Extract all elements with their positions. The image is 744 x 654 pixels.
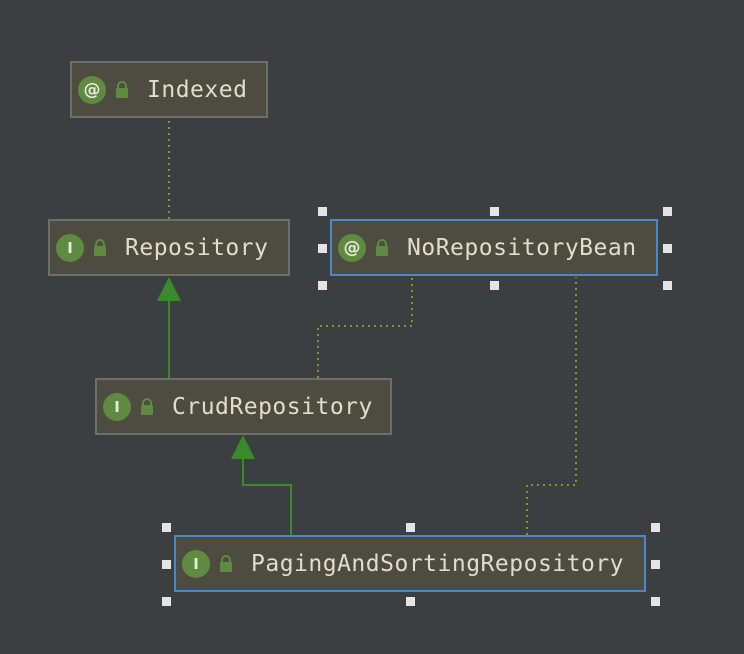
node-indexed[interactable]: @ Indexed <box>70 61 268 118</box>
diagram-canvas[interactable]: @ Indexed I Repository @ NoRepositoryBea… <box>0 0 744 654</box>
node-label: CrudRepository <box>172 393 373 420</box>
unlocked-icon <box>115 80 129 100</box>
node-label: Repository <box>125 234 269 261</box>
resize-handle[interactable] <box>663 207 672 216</box>
resize-handle[interactable] <box>490 281 499 290</box>
unlocked-icon <box>375 238 389 258</box>
resize-handle[interactable] <box>663 281 672 290</box>
interface-icon: I <box>103 392 131 421</box>
annotation-icon: @ <box>338 233 366 262</box>
resize-handle[interactable] <box>162 560 171 569</box>
extends-arrowhead-repository <box>157 277 181 301</box>
resize-handle[interactable] <box>651 560 660 569</box>
edge-pagingandsorting-norepositorybean <box>526 277 577 535</box>
resize-handle[interactable] <box>318 281 327 290</box>
resize-handle[interactable] <box>406 523 415 532</box>
resize-handle[interactable] <box>663 244 672 253</box>
node-label: NoRepositoryBean <box>407 234 637 261</box>
unlocked-icon <box>140 397 154 417</box>
resize-handle[interactable] <box>651 523 660 532</box>
node-norepositorybean[interactable]: @ NoRepositoryBean <box>330 219 658 276</box>
resize-handle[interactable] <box>318 207 327 216</box>
resize-handle[interactable] <box>162 597 171 606</box>
node-label: Indexed <box>147 76 248 103</box>
resize-handle[interactable] <box>490 207 499 216</box>
node-repository[interactable]: I Repository <box>48 219 290 276</box>
resize-handle[interactable] <box>318 244 327 253</box>
node-label: PagingAndSortingRepository <box>251 550 625 577</box>
unlocked-icon <box>93 238 107 258</box>
node-crudrepository[interactable]: I CrudRepository <box>95 378 392 435</box>
extends-arrowhead-crudrepository <box>231 435 255 459</box>
edge-crudrepository-norepositorybean <box>317 277 413 378</box>
interface-icon: I <box>182 549 210 578</box>
unlocked-icon <box>219 554 233 574</box>
interface-icon: I <box>56 233 84 262</box>
resize-handle[interactable] <box>651 597 660 606</box>
resize-handle[interactable] <box>162 523 171 532</box>
edge-pagingandsorting-crudrepository <box>242 458 292 535</box>
annotation-icon: @ <box>78 75 106 104</box>
node-pagingandsortingrepository[interactable]: I PagingAndSortingRepository <box>174 535 646 592</box>
resize-handle[interactable] <box>406 597 415 606</box>
